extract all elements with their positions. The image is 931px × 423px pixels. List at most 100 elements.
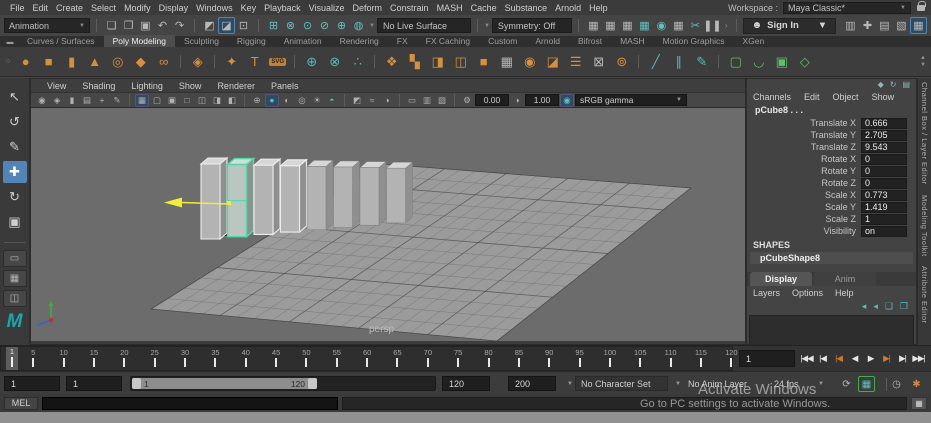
cube-face[interactable] (272, 158, 281, 236)
grease-pencil-icon[interactable]: ✎ (110, 94, 124, 107)
color-management-icon[interactable]: ◉ (560, 93, 574, 107)
channel-value-field[interactable]: 1 (861, 213, 907, 225)
menubar-item-constrain[interactable]: Constrain (386, 3, 433, 13)
animation-start-field[interactable]: 1 (4, 376, 60, 391)
object-name[interactable]: pCube8 . . . (747, 103, 916, 117)
snap-projected-center-icon[interactable]: ⊘ (316, 17, 333, 34)
combine-icon[interactable]: ❖ (381, 51, 402, 72)
remesh-icon[interactable]: ▦ (496, 51, 517, 72)
go-to-end-button[interactable]: ▶▶| (911, 350, 926, 368)
range-slider-bar[interactable]: 1 120 (132, 378, 317, 389)
play-backwards-button[interactable]: ◀ (847, 350, 862, 368)
manipulator-center[interactable] (227, 201, 231, 205)
channel-speed-icon[interactable]: ↻ (890, 80, 897, 89)
snap-curve-icon[interactable]: ⊗ (282, 17, 299, 34)
step-forward-key-button[interactable]: ▶| (879, 350, 894, 368)
range-slider-track[interactable]: 1 120 (130, 376, 436, 391)
menubar-item-display[interactable]: Display (155, 3, 193, 13)
channel-box-menu-object[interactable]: Object (833, 92, 866, 102)
bookmark-icon[interactable]: ▮ (65, 94, 79, 107)
separate-icon[interactable]: ▚ (404, 51, 425, 72)
cube-face[interactable] (245, 157, 255, 239)
snap-view-plane-icon[interactable]: ⊕ (333, 17, 350, 34)
shelf-tab-rendering[interactable]: Rendering (331, 35, 388, 47)
shelf-tab-poly-modeling[interactable]: Poly Modeling (103, 35, 175, 47)
fps-selector[interactable]: 24 fps ▼ (768, 376, 830, 391)
current-frame-field[interactable]: 1 (739, 350, 795, 367)
cut-keys-icon[interactable]: ✂ (687, 17, 704, 34)
cube-3[interactable] (252, 158, 282, 236)
cube-8[interactable] (385, 161, 414, 224)
poly-sphere-icon[interactable]: ● (15, 51, 36, 72)
channel-box-menu-edit[interactable]: Edit (804, 92, 827, 102)
expand-arrow-icon[interactable]: › (723, 21, 730, 30)
menubar-item-arnold[interactable]: Arnold (551, 3, 585, 13)
cube-face[interactable] (306, 166, 327, 231)
shelf-tab-curves-surfaces[interactable]: Curves / Surfaces (18, 35, 104, 47)
shelf-tab-rigging[interactable]: Rigging (228, 35, 275, 47)
dof-icon[interactable]: ◑ (380, 94, 394, 107)
pause-icon[interactable]: ❚❚ (703, 17, 721, 34)
snap-grid-icon[interactable]: ⊞ (265, 17, 282, 34)
viewport-menu-show[interactable]: Show (171, 81, 210, 91)
cube-face[interactable] (253, 164, 274, 235)
pane-layout-icon[interactable]: ▭ (405, 94, 419, 107)
chevron-down-icon[interactable]: ▼ (484, 23, 490, 29)
menu-set-selector[interactable]: Animation ▼ (4, 18, 90, 33)
construction-plane-icon[interactable]: ⊕ (301, 51, 322, 72)
cube-face[interactable] (219, 156, 228, 241)
bake-pivot-icon[interactable]: ⊗ (324, 51, 345, 72)
layout-four-pane-icon[interactable]: ▦ (2, 270, 27, 287)
isolate-icon[interactable]: ◧ (225, 94, 239, 107)
select-tool-icon[interactable]: ↖ (3, 86, 27, 108)
2d-pan-zoom-icon[interactable]: + (95, 94, 109, 107)
shelf-tab-arnold[interactable]: Arnold (526, 35, 569, 47)
humanik-icon[interactable]: ✚ (859, 17, 876, 34)
xray-icon[interactable]: ◫ (195, 94, 209, 107)
menubar-item-edit[interactable]: Edit (29, 3, 53, 13)
workspace-selector[interactable]: Maya Classic* ▼ (783, 1, 911, 14)
flip-icon[interactable]: ◪ (542, 51, 563, 72)
cube-face[interactable] (378, 161, 387, 226)
circularize-icon[interactable]: ◉ (519, 51, 540, 72)
cube-face[interactable] (352, 160, 360, 229)
redo-icon[interactable]: ↷ (171, 17, 188, 34)
ssao-icon[interactable]: ◓ (325, 94, 339, 107)
camera-attributes-icon[interactable]: ◈ (50, 94, 64, 107)
svg-tool-icon[interactable]: SVG (267, 51, 288, 72)
viewport-menu-panels[interactable]: Panels (263, 81, 307, 91)
shelf-menu-icon[interactable]: ▬ (2, 38, 18, 47)
modeling-toolkit-icon[interactable]: ▥ (842, 17, 859, 34)
cube-5[interactable] (306, 159, 334, 231)
playback-end-field[interactable]: 120 (442, 376, 490, 391)
bridge-icon[interactable]: ◡ (748, 51, 769, 72)
boolean-icon[interactable]: ■ (473, 51, 494, 72)
cube-face[interactable] (386, 167, 406, 224)
shelf-tab-custom[interactable]: Custom (479, 35, 526, 47)
anim-layer-selector[interactable]: No Anim Layer (682, 376, 762, 391)
menubar-item-cache[interactable]: Cache (467, 3, 501, 13)
shelf-tab-bifrost[interactable]: Bifrost (569, 35, 611, 47)
textured-mode-icon[interactable]: ▣ (165, 94, 179, 107)
lattice-icon[interactable]: ⊠ (588, 51, 609, 72)
viewport-canvas[interactable]: persp (31, 108, 745, 342)
cube-1[interactable] (199, 156, 229, 241)
animation-end-field[interactable]: 200 (508, 376, 556, 391)
viewport-menu-lighting[interactable]: Lighting (123, 81, 171, 91)
new-layer-from-selected-icon[interactable]: ❐ (900, 301, 908, 312)
select-component-icon[interactable]: ⊡ (235, 17, 252, 34)
viewport-menu-view[interactable]: View (39, 81, 74, 91)
go-to-start-button[interactable]: |◀◀ (799, 350, 814, 368)
shaded-sphere-icon[interactable]: ● (265, 93, 279, 107)
character-set-selector[interactable]: No Character Set (575, 376, 668, 391)
shelf-tab-mash[interactable]: MASH (611, 35, 654, 47)
layer-tab-display[interactable]: Display (750, 272, 812, 286)
time-settings-icon[interactable]: ◷ (888, 376, 905, 392)
multi-cut-icon[interactable]: ╱ (645, 51, 666, 72)
viewport-menu-renderer[interactable]: Renderer (209, 81, 263, 91)
cube-face[interactable] (279, 165, 301, 233)
all-lights-icon[interactable]: ⊕ (250, 94, 264, 107)
cube-face[interactable] (298, 158, 308, 234)
menubar-item-playback[interactable]: Playback (260, 3, 305, 13)
menubar-item-key[interactable]: Key (237, 3, 261, 13)
